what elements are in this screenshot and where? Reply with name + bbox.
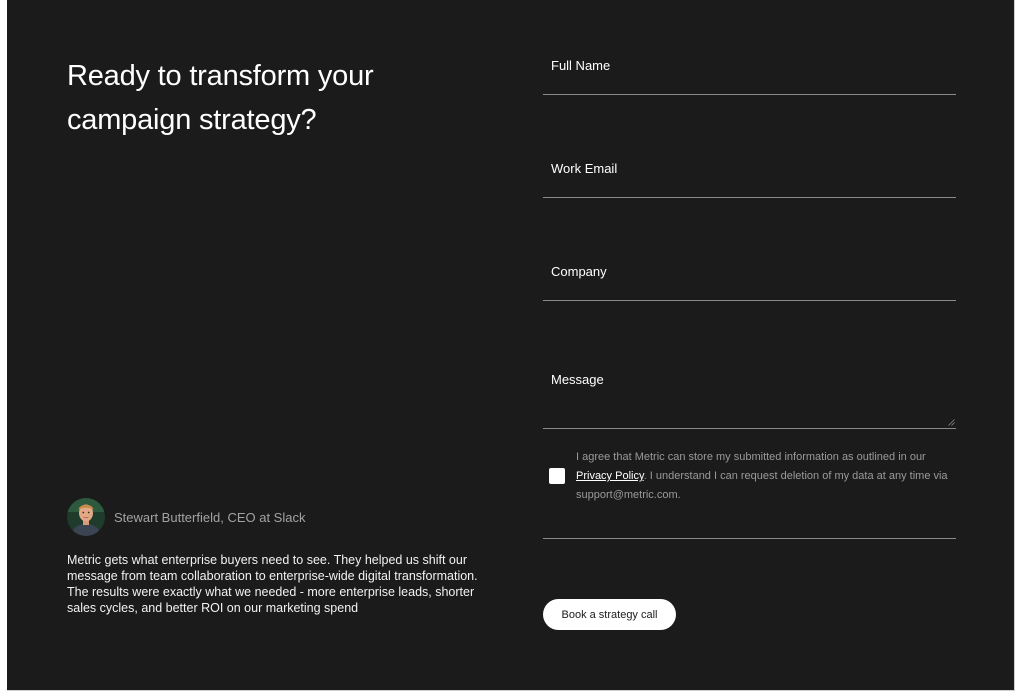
consent-text-before: I agree that Metric can store my submitt… [576,451,926,463]
avatar [67,498,105,536]
full-name-field: Full Name [543,44,956,95]
book-strategy-call-button[interactable]: Book a strategy call [543,599,676,630]
consent-checkbox[interactable] [549,468,565,484]
full-name-input[interactable] [543,44,956,94]
company-field: Company [543,250,956,301]
company-input[interactable] [543,250,956,300]
work-email-field: Work Email [543,147,956,198]
person-avatar-icon [67,498,105,536]
contact-section: Ready to transform your campaign strateg… [7,0,1015,691]
consent-block: I agree that Metric can store my submitt… [543,445,956,539]
page-title: Ready to transform your campaign strateg… [67,60,374,136]
consent-text: I agree that Metric can store my submitt… [576,448,948,505]
privacy-policy-link[interactable]: Privacy Policy [576,470,644,482]
work-email-input[interactable] [543,147,956,197]
message-field: Message [543,357,956,429]
testimonial-quote: Metric gets what enterprise buyers need … [67,553,478,615]
resize-grip-icon[interactable] [948,419,955,426]
message-textarea[interactable] [543,357,956,428]
author-name: Stewart Butterfield, CEO at Slack [114,509,306,525]
testimonial-author: Stewart Butterfield, CEO at Slack [67,498,305,536]
